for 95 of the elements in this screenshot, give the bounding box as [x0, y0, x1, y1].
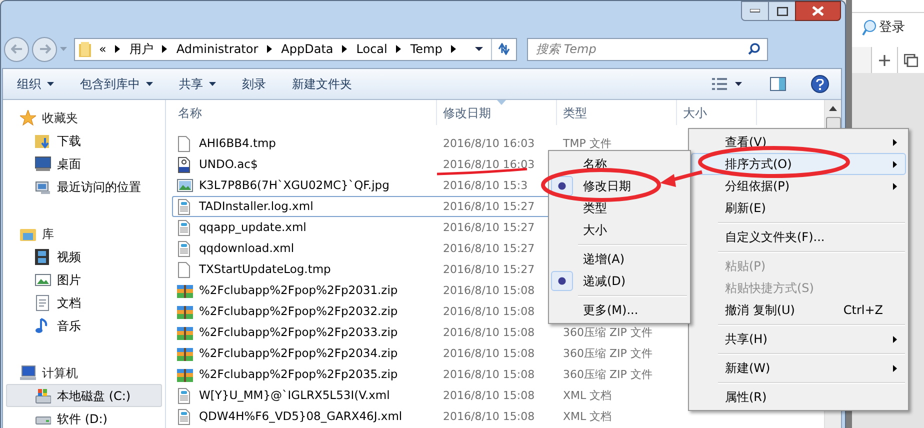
sidebar-item[interactable]: 软件 (D:)	[6, 407, 162, 428]
file-row[interactable]: QDW4H%F6_VD5}08_GARX46J.xml 2016/8/10 15:08 XML 文档	[172, 406, 824, 427]
column-header[interactable]: 修改日期	[437, 100, 557, 125]
monitor-icon	[35, 156, 51, 172]
xml-file-icon	[177, 240, 193, 256]
menu-item[interactable]: 分组依据(P)	[691, 175, 906, 197]
recent-places-icon	[35, 178, 51, 194]
menu-item[interactable]: 撤消 复制(U) Ctrl+Z	[691, 299, 906, 321]
chevron-icon	[396, 45, 402, 53]
toolbar-button[interactable]: 新建文件夹	[290, 73, 354, 95]
preview-pane-icon	[770, 77, 786, 91]
menu-item[interactable]: 查看(V)	[691, 131, 906, 153]
sidebar-item[interactable]: 视频	[6, 245, 162, 268]
column-header[interactable]: 大小	[677, 100, 757, 125]
menu-item[interactable]: 修改日期	[551, 175, 688, 197]
file-icon	[177, 136, 193, 152]
address-bar[interactable]: « 用户 Administrator AppData Local Temp	[74, 38, 517, 60]
plus-icon	[879, 54, 890, 66]
file-icon	[177, 262, 193, 278]
star-icon	[20, 110, 36, 126]
close-button[interactable]	[795, 1, 841, 21]
forward-arrow-icon	[38, 44, 50, 54]
column-header[interactable]: 类型	[557, 100, 677, 125]
refresh-arrows-icon	[497, 43, 511, 55]
toolbar-button[interactable]: 包含到库中	[78, 73, 155, 95]
sidebar-item[interactable]: 图片	[6, 268, 162, 291]
sidebar-item[interactable]: 本地磁盘 (C:)	[6, 384, 162, 407]
close-icon	[812, 6, 824, 16]
toolbar-button[interactable]: 组织	[15, 73, 56, 95]
section-heading[interactable]: 收藏夹	[42, 108, 78, 126]
toolbar-button[interactable]: 共享	[177, 73, 218, 95]
xml-file-icon	[177, 198, 193, 214]
windows-icon	[904, 54, 918, 66]
breadcrumb-item[interactable]: AppData	[281, 40, 334, 58]
login-link[interactable]: 登录	[879, 18, 905, 38]
film-icon	[35, 248, 51, 264]
help-button[interactable]	[811, 75, 829, 93]
xml-file-icon	[177, 220, 193, 236]
breadcrumb-item[interactable]: Local	[356, 40, 388, 58]
breadcrumb-item[interactable]: Administrator	[176, 40, 258, 58]
folder-icon	[79, 42, 91, 56]
menu-item[interactable]: 类型	[551, 197, 688, 219]
sort-arrow-icon	[497, 100, 506, 105]
scroll-up-icon[interactable]	[829, 106, 837, 111]
menu-item[interactable]: 属性(R)	[691, 386, 906, 408]
overflow-chevron[interactable]: «	[99, 40, 106, 58]
picture-icon	[35, 272, 51, 288]
xml-file-icon	[177, 408, 193, 424]
pointer-arrow	[660, 170, 702, 187]
document-icon	[35, 294, 51, 310]
search-field[interactable]: 搜索 Temp	[527, 38, 768, 60]
sidebar-item[interactable]: 下载	[6, 129, 162, 152]
menu-item[interactable]: 更多(M)...	[551, 299, 688, 321]
xml-file-icon	[177, 388, 193, 404]
question-mark-icon	[816, 78, 824, 90]
section-heading[interactable]: 计算机	[42, 364, 78, 382]
caret-icon	[735, 82, 742, 86]
script-file-icon	[177, 156, 193, 172]
menu-item[interactable]: 共享(H)	[691, 328, 906, 350]
dropdown-icon[interactable]	[475, 46, 483, 52]
chevron-icon	[267, 45, 272, 53]
sidebar-item[interactable]: 音乐	[6, 314, 162, 337]
menu-item[interactable]: 递减(D)	[551, 270, 688, 292]
sidebar-item[interactable]: 最近访问的位置	[6, 175, 162, 198]
column-header[interactable]: 名称	[172, 100, 437, 125]
menu-item[interactable]: 大小	[551, 219, 688, 241]
chevron-icon	[451, 45, 456, 53]
section-heading[interactable]: 库	[42, 224, 54, 242]
chevron-icon	[115, 45, 120, 53]
sidebar-item[interactable]: 文档	[6, 291, 162, 314]
sidebar-item[interactable]: 桌面	[6, 152, 162, 175]
minimize-button[interactable]	[741, 1, 769, 21]
menu-item[interactable]: 递增(A)	[551, 248, 688, 270]
archive-file-icon	[177, 282, 193, 298]
archive-file-icon	[177, 324, 193, 340]
maximize-button[interactable]	[769, 1, 795, 21]
archive-file-icon	[177, 366, 193, 382]
chevron-icon	[342, 45, 348, 53]
system-drive-icon	[35, 388, 51, 404]
chevron-icon	[162, 45, 168, 53]
breadcrumb-item[interactable]: Temp	[410, 40, 442, 58]
download-folder-icon	[35, 132, 51, 148]
archive-file-icon	[177, 304, 193, 320]
menu-item[interactable]: 自定义文件夹(F)...	[691, 226, 906, 248]
archive-file-icon	[177, 346, 193, 362]
minimize-icon	[750, 9, 760, 13]
image-file-icon	[177, 178, 193, 194]
search-icon[interactable]	[748, 42, 760, 54]
menu-item[interactable]: 新建(W)	[691, 357, 906, 379]
computer-icon	[20, 364, 36, 380]
breadcrumb-item[interactable]: 用户	[129, 40, 154, 58]
back-arrow-icon	[10, 44, 22, 54]
details-view-icon	[712, 78, 727, 90]
maximize-icon	[776, 6, 788, 16]
toolbar-button[interactable]: 刻录	[240, 73, 268, 95]
